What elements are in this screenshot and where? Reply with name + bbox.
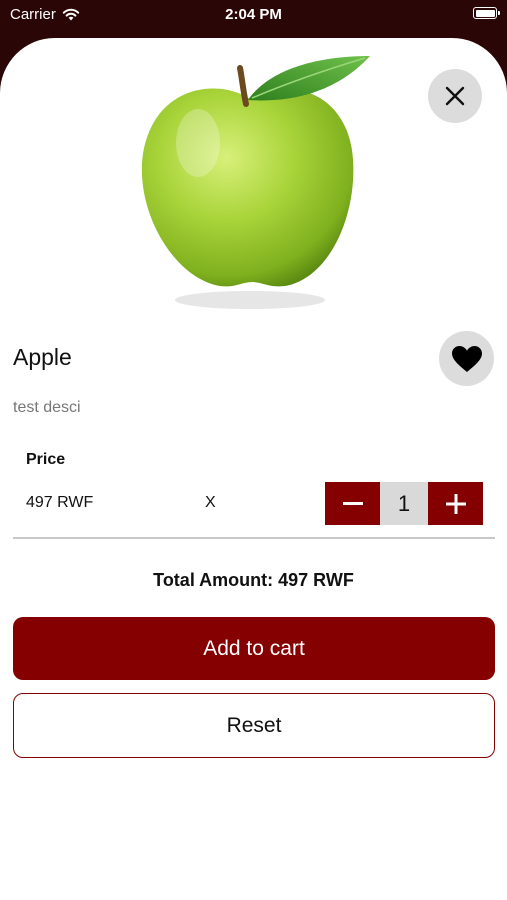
add-to-cart-button[interactable]: Add to cart <box>13 617 495 680</box>
decrement-button[interactable] <box>325 482 380 525</box>
product-description: test desci <box>13 399 81 416</box>
close-icon <box>445 86 465 106</box>
heart-icon <box>451 345 482 372</box>
plus-icon <box>445 493 466 514</box>
clock: 2:04 PM <box>225 6 282 23</box>
product-title: Apple <box>13 344 72 370</box>
green-apple-image <box>141 56 370 309</box>
price-label: Price <box>26 451 66 468</box>
minus-icon <box>342 501 363 505</box>
total-amount: Total Amount: 497 RWF <box>153 570 354 590</box>
increment-button[interactable] <box>428 482 483 525</box>
reset-button[interactable]: Reset <box>13 693 495 758</box>
product-detail-sheet: Apple test desci Price 497 RWF X 1 Total… <box>0 38 507 900</box>
quantity-value: 1 <box>380 482 428 525</box>
price-value: 497 RWF <box>26 494 94 511</box>
battery-level <box>475 9 495 17</box>
status-bar: Carrier 2:04 PM <box>0 0 507 30</box>
quantity-stepper: 1 <box>325 482 483 525</box>
multiply-sign: X <box>205 494 216 511</box>
divider <box>13 537 495 539</box>
close-button[interactable] <box>428 69 482 123</box>
battery-icon <box>473 7 500 19</box>
favorite-button[interactable] <box>439 331 494 386</box>
